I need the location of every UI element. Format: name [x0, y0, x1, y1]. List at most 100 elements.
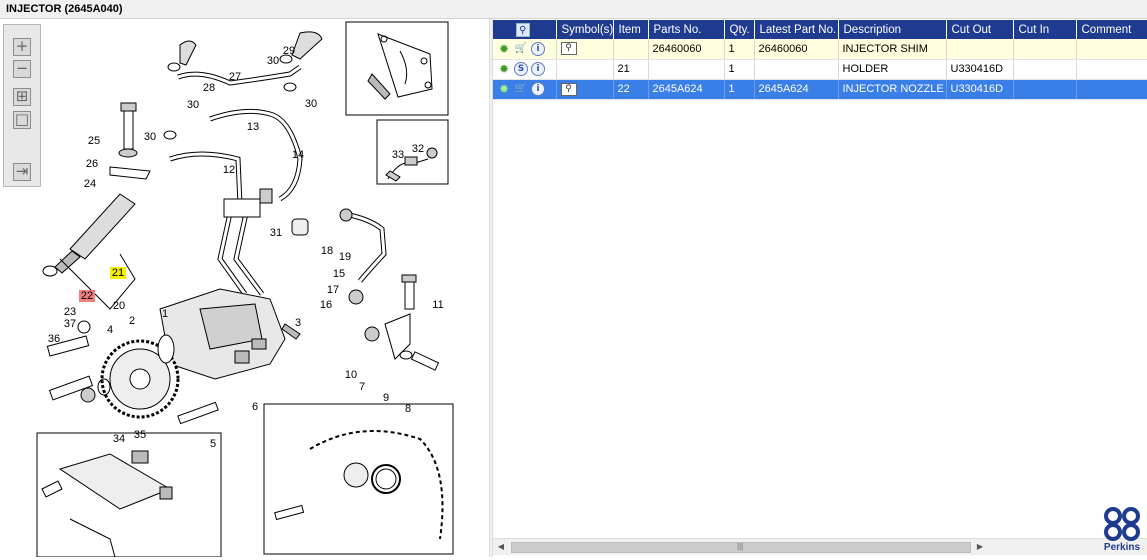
callout-18[interactable]: 18 — [321, 245, 333, 257]
column-header-description[interactable]: Description — [838, 20, 947, 39]
callout-31[interactable]: 31 — [270, 227, 282, 239]
callout-30[interactable]: 30 — [144, 131, 156, 143]
svg-text:3: 3 — [295, 317, 301, 329]
perkins-logo-mark — [1104, 507, 1140, 541]
callout-20[interactable]: 20 — [113, 300, 125, 312]
callout-32[interactable]: 32 — [412, 143, 424, 155]
cart-icon[interactable]: 🛒 — [514, 82, 528, 96]
document-view-icon[interactable]: ⚲ — [560, 82, 577, 96]
column-header-comment[interactable]: Comment — [1076, 20, 1147, 39]
scroll-right-icon[interactable]: ▶ — [975, 542, 985, 552]
column-header-symbols[interactable]: Symbol(s) — [556, 20, 614, 39]
info-icon[interactable]: i — [531, 62, 545, 76]
table-row[interactable]: ✹ 🛒 i ⚲ 26460060 1 26460060 INJECTOR SHIM — [493, 39, 1147, 60]
actual-size-button[interactable]: □ — [13, 111, 31, 129]
gear-icon[interactable]: ✹ — [497, 62, 511, 76]
callout-23[interactable]: 23 — [64, 306, 76, 318]
callout-24[interactable]: 24 — [84, 178, 96, 190]
callout-36[interactable]: 36 — [48, 333, 60, 345]
zoom-out-button[interactable]: − — [13, 60, 31, 78]
callout-3[interactable]: 3 — [295, 317, 301, 329]
callout-33[interactable]: 33 — [392, 149, 404, 161]
exploded-diagram[interactable]: 12 3456789101112131415161718 1920212223242… — [0, 19, 489, 558]
description-cell: HOLDER — [838, 59, 947, 80]
brand-name: Perkins — [1103, 542, 1141, 553]
callout-29[interactable]: 29 — [283, 45, 295, 57]
svg-text:6: 6 — [252, 401, 258, 413]
callout-34[interactable]: 34 — [113, 433, 125, 445]
zoom-in-button[interactable]: + — [13, 38, 31, 56]
callout-21[interactable]: 21 — [110, 267, 126, 279]
callout-9[interactable]: 9 — [383, 392, 389, 404]
column-header-qty[interactable]: Qty. — [724, 20, 755, 39]
svg-text:24: 24 — [84, 178, 96, 190]
callout-2[interactable]: 2 — [129, 315, 135, 327]
table-row[interactable]: ✹ Si 21 1 HOLDER U330416D — [493, 59, 1147, 80]
callout-25[interactable]: 25 — [88, 135, 100, 147]
table-row-selected[interactable]: ✹ 🛒 i ⚲ 22 2645A624 1 2645A624 INJECTOR NO… — [493, 79, 1147, 100]
svg-text:27: 27 — [229, 71, 241, 83]
callout-22[interactable]: 22 — [79, 290, 95, 302]
callout-26[interactable]: 26 — [86, 158, 98, 170]
svg-text:19: 19 — [339, 251, 351, 263]
callout-17[interactable]: 17 — [327, 284, 339, 296]
svg-text:36: 36 — [48, 333, 60, 345]
item-cell: 21 — [613, 59, 649, 80]
svg-text:8: 8 — [405, 403, 411, 415]
callout-5[interactable]: 5 — [210, 438, 216, 450]
row-actions: ✹ 🛒 i — [493, 39, 557, 60]
fit-all-button[interactable]: ⊞ — [13, 88, 31, 106]
callout-12[interactable]: 12 — [223, 164, 235, 176]
column-header-parts-no[interactable]: Parts No. — [648, 20, 725, 39]
callout-10[interactable]: 10 — [345, 369, 357, 381]
symbol-cell: ⚲ — [556, 79, 614, 100]
callout-30[interactable]: 30 — [305, 98, 317, 110]
svg-text:29: 29 — [283, 45, 295, 57]
latest-part-no-cell — [754, 59, 839, 80]
column-header-latest-part-no[interactable]: Latest Part No. — [754, 20, 839, 39]
callout-1[interactable]: 1 — [162, 308, 168, 320]
callout-11[interactable]: 11 — [432, 299, 443, 311]
svg-text:11: 11 — [432, 299, 443, 311]
callout-37[interactable]: 37 — [64, 318, 76, 330]
document-view-icon[interactable]: ⚲ — [560, 42, 577, 56]
callout-30[interactable]: 30 — [267, 55, 279, 67]
svg-text:30: 30 — [144, 131, 156, 143]
callout-14[interactable]: 14 — [292, 149, 304, 161]
callout-4[interactable]: 4 — [107, 324, 113, 336]
callout-30[interactable]: 30 — [187, 99, 199, 111]
callout-8[interactable]: 8 — [405, 403, 411, 415]
column-header-view[interactable]: ⚲ — [493, 20, 557, 39]
svg-text:21: 21 — [112, 267, 124, 279]
show-list-button[interactable]: ⇥ — [13, 163, 31, 181]
column-header-cut-in[interactable]: Cut In — [1013, 20, 1077, 39]
callout-15[interactable]: 15 — [333, 268, 345, 280]
cart-icon[interactable]: 🛒 — [514, 42, 528, 56]
column-header-item[interactable]: Item — [613, 20, 649, 39]
callout-27[interactable]: 27 — [229, 71, 241, 83]
callout-16[interactable]: 16 — [320, 299, 332, 311]
callout-28[interactable]: 28 — [203, 82, 215, 94]
callout-6[interactable]: 6 — [252, 401, 258, 413]
gear-icon[interactable]: ✹ — [497, 82, 511, 96]
callout-7[interactable]: 7 — [359, 381, 365, 393]
diagram-pane[interactable]: 1 2 3 4 5 6 7 8 9 10 11 12 13 14 15 16 17 18 19 20 21 22 23 24 2… — [0, 19, 489, 558]
qty-cell: 1 — [724, 59, 755, 80]
horizontal-scrollbar[interactable]: ◀ ||| ▶ — [493, 538, 1147, 555]
grip-icon: ||| — [737, 542, 744, 551]
svg-text:18: 18 — [321, 245, 333, 257]
svg-text:23: 23 — [64, 306, 76, 318]
scrollbar-thumb[interactable]: ||| — [511, 542, 971, 553]
svg-text:1: 1 — [162, 308, 168, 320]
s-icon[interactable]: S — [514, 62, 528, 76]
column-header-cut-out[interactable]: Cut Out — [946, 20, 1014, 39]
svg-text:5: 5 — [210, 438, 216, 450]
comment-cell — [1076, 59, 1147, 80]
info-icon[interactable]: i — [531, 41, 545, 56]
callout-35[interactable]: 35 — [134, 429, 146, 441]
callout-19[interactable]: 19 — [339, 251, 351, 263]
scroll-left-icon[interactable]: ◀ — [496, 542, 506, 552]
callout-13[interactable]: 13 — [247, 121, 259, 133]
info-icon[interactable]: i — [531, 82, 545, 96]
gear-icon[interactable]: ✹ — [497, 42, 511, 56]
